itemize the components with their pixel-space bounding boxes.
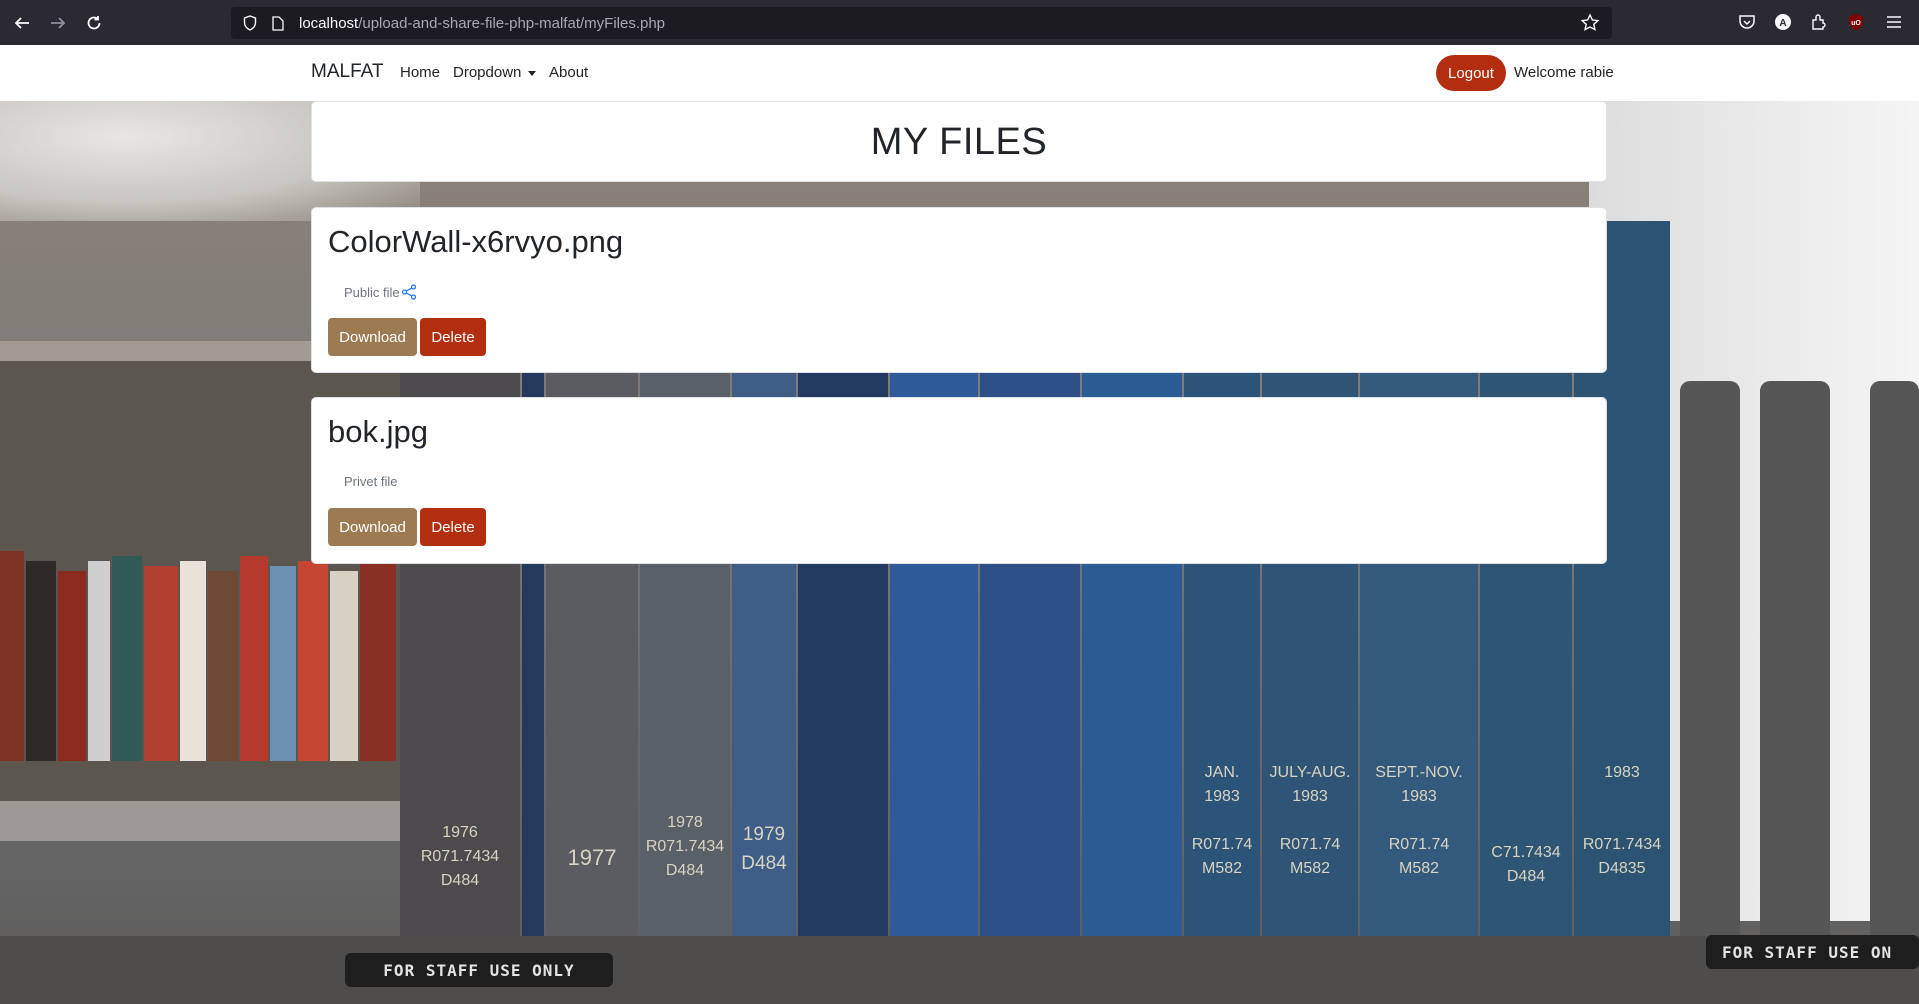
shield-icon[interactable]	[241, 14, 259, 32]
svg-text:A: A	[1779, 18, 1786, 29]
url-path: /upload-and-share-file-php-malfat/myFile…	[358, 14, 666, 32]
extensions-icon[interactable]	[1808, 11, 1830, 33]
page-title: MY FILES	[870, 121, 1048, 163]
download-button[interactable]: Download	[328, 508, 417, 546]
menu-icon[interactable]	[1883, 11, 1905, 33]
logout-button[interactable]: Logout	[1436, 55, 1506, 91]
file-visibility-label: Public file	[344, 284, 400, 300]
welcome-text: Welcome rabie	[1514, 64, 1614, 81]
pocket-icon[interactable]	[1736, 11, 1758, 33]
nav-dropdown[interactable]: Dropdown	[453, 64, 537, 81]
nav-link-about[interactable]: About	[549, 64, 588, 81]
forward-arrow-icon[interactable]	[45, 10, 71, 36]
download-button[interactable]: Download	[328, 318, 417, 356]
file-name: ColorWall-x6rvyo.png	[328, 224, 624, 259]
caret-down-icon	[528, 70, 537, 76]
url-text[interactable]: localhost/upload-and-share-file-php-malf…	[299, 15, 665, 32]
bookmark-star-icon[interactable]	[1580, 13, 1600, 33]
delete-button[interactable]: Delete	[420, 508, 486, 546]
staff-plate-right: FOR STAFF USE ON	[1706, 935, 1919, 969]
brand-logo[interactable]: MALFAT	[311, 61, 384, 83]
page-icon[interactable]	[269, 14, 287, 32]
staff-plate: FOR STAFF USE ONLY	[345, 953, 613, 987]
account-icon[interactable]: A	[1772, 11, 1794, 33]
delete-button[interactable]: Delete	[420, 318, 486, 356]
file-visibility: Public file	[344, 284, 417, 300]
title-card: MY FILES	[311, 101, 1607, 182]
file-visibility-label: Privet file	[344, 474, 398, 489]
share-icon[interactable]	[401, 284, 417, 300]
ublock-icon[interactable]: uO	[1845, 11, 1867, 33]
svg-text:uO: uO	[1851, 20, 1861, 27]
back-arrow-icon[interactable]	[9, 10, 35, 36]
site-navbar: MALFAT Home Dropdown About Logout Welcom…	[0, 45, 1919, 101]
nav-dropdown-label: Dropdown	[453, 64, 522, 81]
url-bar[interactable]: localhost/upload-and-share-file-php-malf…	[231, 7, 1612, 39]
page-viewport: 1976 R071.7434 D484 1977 1978 R071.7434 D484…	[0, 45, 1919, 1004]
file-card: ColorWall-x6rvyo.png Public file Downloa…	[311, 207, 1607, 373]
reload-icon[interactable]	[81, 10, 107, 36]
file-card: bok.jpg Privet file Download Delete	[311, 397, 1607, 564]
nav-link-home[interactable]: Home	[400, 64, 440, 81]
browser-toolbar: localhost/upload-and-share-file-php-malf…	[0, 0, 1919, 45]
file-visibility: Privet file	[344, 474, 397, 489]
url-host: localhost	[299, 14, 359, 32]
file-name: bok.jpg	[328, 414, 428, 449]
